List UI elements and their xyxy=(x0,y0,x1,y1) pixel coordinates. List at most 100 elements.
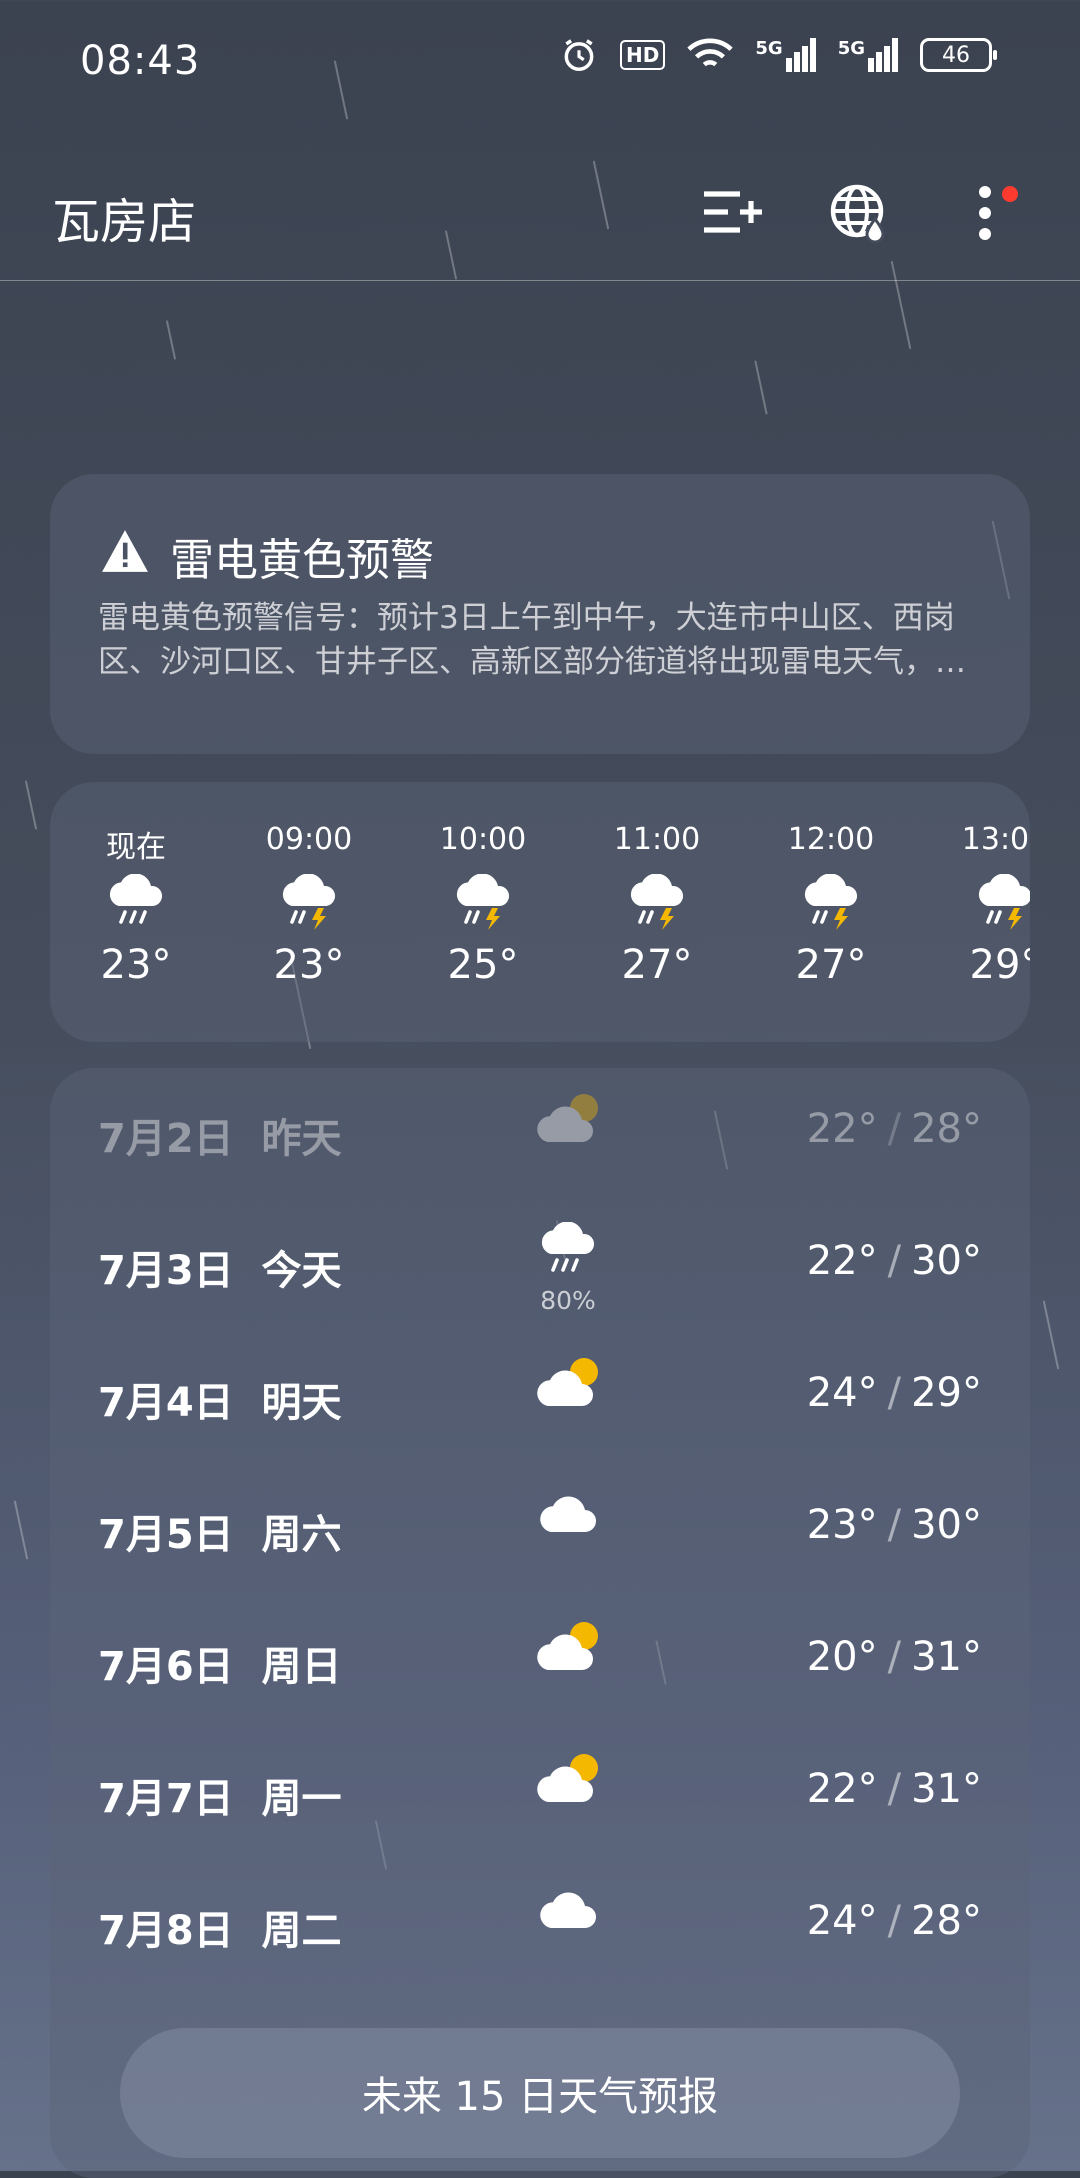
daily-high-temp: 29° xyxy=(911,1370,982,1416)
daily-temp-range: 20°/31° xyxy=(806,1634,982,1680)
battery-level: 46 xyxy=(942,42,970,68)
hourly-temp: 25° xyxy=(447,942,519,988)
daily-date-text: 7月3日 xyxy=(98,1248,234,1294)
hourly-temp: 29° xyxy=(969,942,1030,988)
hourly-time: 10:00 xyxy=(439,822,527,857)
wifi-icon xyxy=(687,37,734,73)
rain-icon xyxy=(103,864,169,942)
signal-5g-icon: 5G xyxy=(838,38,898,72)
hourly-temp: 27° xyxy=(621,942,693,988)
hourly-item: 12:00 27° xyxy=(744,822,918,988)
weather-alert-card[interactable]: 雷电黄色预警 雷电黄色预警信号：预计3日上午到中午，大连市中山区、西岗区、沙河口… xyxy=(50,474,1030,754)
daily-row[interactable]: 7月8日 周二 24°/28° xyxy=(50,1858,1030,1990)
daily-forecast-card: 7月2日 昨天 22°/28° 7月3日 今天 80% 22°/30° 7月4日… xyxy=(50,1068,1030,2178)
daily-low-temp: 22° xyxy=(806,1766,878,1812)
daily-high-temp: 28° xyxy=(911,1106,982,1152)
daily-low-temp: 20° xyxy=(806,1634,878,1680)
daily-date: 7月5日 周六 xyxy=(98,1502,342,1560)
thunderstorm-icon xyxy=(276,864,342,942)
daily-temp-range: 22°/31° xyxy=(806,1766,982,1812)
app-header: 瓦房店 xyxy=(0,150,1080,281)
hourly-item: 11:00 27° xyxy=(570,822,744,988)
daily-high-temp: 30° xyxy=(911,1502,982,1548)
partly-cloudy-icon xyxy=(532,1090,604,1150)
hourly-time: 13:00 xyxy=(961,822,1030,857)
hourly-temp: 23° xyxy=(273,942,345,988)
status-bar: 08:43 HD 5G 5G 46 xyxy=(0,0,1080,120)
partly-cloudy-icon xyxy=(532,1618,604,1678)
hourly-forecast-card[interactable]: 现在 23° 09:00 23° 10:00 25° 11:00 27° 12:… xyxy=(50,782,1030,1042)
globe-icon[interactable] xyxy=(824,178,894,248)
daily-weekday: 周二 xyxy=(261,1908,342,1954)
daily-low-temp: 23° xyxy=(806,1502,878,1548)
hourly-time: 11:00 xyxy=(613,822,701,857)
daily-date-text: 7月2日 xyxy=(98,1116,234,1162)
partly-cloudy-icon xyxy=(532,1750,604,1810)
cloudy-icon xyxy=(535,1486,601,1540)
hourly-time: 09:00 xyxy=(265,822,353,857)
hourly-time: 12:00 xyxy=(787,822,875,857)
daily-row[interactable]: 7月4日 明天 24°/29° xyxy=(50,1330,1030,1462)
daily-weekday: 周六 xyxy=(261,1512,342,1558)
daily-temp-range: 22°/28° xyxy=(806,1106,982,1152)
daily-high-temp: 30° xyxy=(911,1238,982,1284)
daily-low-temp: 22° xyxy=(806,1238,878,1284)
daily-date-text: 7月6日 xyxy=(98,1644,234,1690)
daily-date: 7月6日 周日 xyxy=(98,1634,342,1692)
daily-row[interactable]: 7月6日 周日 20°/31° xyxy=(50,1594,1030,1726)
hourly-item: 现在 23° xyxy=(50,822,222,988)
warning-icon xyxy=(100,528,150,585)
daily-date-text: 7月8日 xyxy=(98,1908,234,1954)
forecast-15day-button[interactable]: 未来 15 日天气预报 xyxy=(120,2028,960,2158)
daily-low-temp: 24° xyxy=(806,1370,878,1416)
hourly-time: 现在 xyxy=(106,830,166,865)
daily-low-temp: 24° xyxy=(806,1898,878,1944)
daily-low-temp: 22° xyxy=(806,1106,878,1152)
precipitation-probability: 80% xyxy=(540,1286,596,1315)
hourly-item: 09:00 23° xyxy=(222,822,396,988)
daily-date: 7月2日 昨天 xyxy=(98,1106,342,1164)
thunderstorm-icon xyxy=(798,864,864,942)
daily-weekday: 周日 xyxy=(261,1644,342,1690)
signal-5g-icon: 5G xyxy=(755,38,816,72)
status-time: 08:43 xyxy=(80,38,201,84)
battery-icon: 46 xyxy=(920,38,997,72)
daily-date: 7月8日 周二 xyxy=(98,1898,342,1956)
daily-row[interactable]: 7月2日 昨天 22°/28° xyxy=(50,1066,1030,1198)
hourly-temp: 23° xyxy=(100,942,172,988)
daily-weekday: 今天 xyxy=(261,1248,342,1294)
daily-row[interactable]: 7月5日 周六 23°/30° xyxy=(50,1462,1030,1594)
daily-temp-range: 22°/30° xyxy=(806,1238,982,1284)
daily-temp-range: 24°/28° xyxy=(806,1898,982,1944)
daily-high-temp: 31° xyxy=(911,1634,982,1680)
daily-row[interactable]: 7月7日 周一 22°/31° xyxy=(50,1726,1030,1858)
add-city-icon[interactable] xyxy=(698,178,768,248)
partly-cloudy-icon xyxy=(532,1354,604,1414)
daily-weekday: 明天 xyxy=(261,1380,342,1426)
daily-temp-range: 23°/30° xyxy=(806,1502,982,1548)
thunderstorm-icon xyxy=(972,864,1030,942)
notification-dot xyxy=(1002,186,1018,202)
daily-temp-range: 24°/29° xyxy=(806,1370,982,1416)
daily-date: 7月3日 今天 xyxy=(98,1238,342,1296)
alarm-icon xyxy=(560,36,598,74)
daily-row[interactable]: 7月3日 今天 80% 22°/30° xyxy=(50,1198,1030,1330)
daily-date-text: 7月7日 xyxy=(98,1776,234,1822)
city-name[interactable]: 瓦房店 xyxy=(52,182,196,252)
hd-icon: HD xyxy=(620,40,666,70)
hourly-item: 10:00 25° xyxy=(396,822,570,988)
hourly-item: 13:00 29° xyxy=(918,822,1030,988)
thunderstorm-icon xyxy=(624,864,690,942)
daily-date: 7月7日 周一 xyxy=(98,1766,342,1824)
thunderstorm-icon xyxy=(450,864,516,942)
daily-weekday: 昨天 xyxy=(261,1116,342,1162)
cloudy-icon xyxy=(535,1882,601,1936)
daily-high-temp: 28° xyxy=(911,1898,982,1944)
daily-date-text: 7月5日 xyxy=(98,1512,234,1558)
more-icon[interactable] xyxy=(950,178,1020,248)
daily-date: 7月4日 明天 xyxy=(98,1370,342,1428)
rain-icon xyxy=(535,1221,601,1284)
daily-high-temp: 31° xyxy=(911,1766,982,1812)
alert-description: 雷电黄色预警信号：预计3日上午到中午，大连市中山区、西岗区、沙河口区、甘井子区、… xyxy=(98,600,966,680)
daily-date-text: 7月4日 xyxy=(98,1380,234,1426)
